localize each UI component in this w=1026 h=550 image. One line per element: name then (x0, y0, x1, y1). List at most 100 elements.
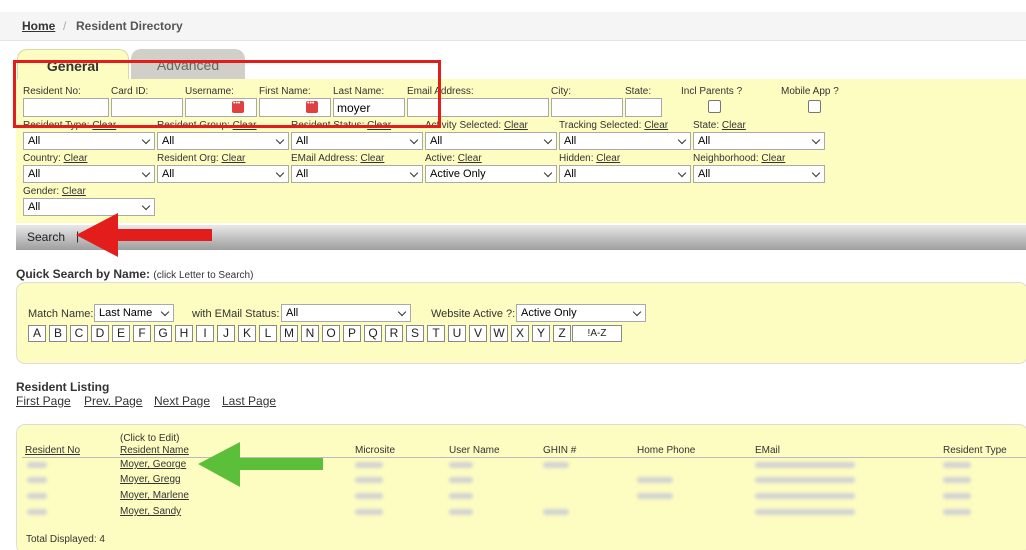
redacted-cell (943, 493, 971, 499)
clear-link[interactable]: Clear (596, 153, 620, 164)
redacted-cell (755, 509, 855, 515)
letter-button-s[interactable]: S (406, 325, 424, 342)
resident-name-link[interactable]: Moyer, Gregg (120, 474, 181, 485)
letter-button-j[interactable]: J (217, 325, 235, 342)
hidden-select[interactable]: All (559, 165, 691, 183)
letter-button-n[interactable]: N (301, 325, 319, 342)
chevron-down-icon (811, 135, 821, 145)
total-displayed: Total Displayed: 4 (26, 534, 105, 545)
letter-button-u[interactable]: U (448, 325, 466, 342)
letter-button-z[interactable]: Z (553, 325, 571, 342)
website-active-select[interactable]: Active Only (516, 304, 646, 322)
chevron-down-icon (677, 168, 687, 178)
redacted-cell (755, 493, 855, 499)
city-input[interactable] (551, 98, 623, 117)
first-page-link[interactable]: First Page (16, 394, 71, 408)
breadcrumb-current: Resident Directory (76, 19, 183, 33)
clear-link[interactable]: Clear (722, 120, 746, 131)
match-name-select[interactable]: Last Name (94, 304, 174, 322)
state-label: State: Clear (693, 120, 746, 131)
email-status-select[interactable]: All (291, 165, 423, 183)
tracking-selected-select[interactable]: All (559, 132, 691, 150)
clear-link[interactable]: Clear (458, 153, 482, 164)
state-text-input[interactable] (625, 98, 662, 117)
letter-button-all[interactable]: !A-Z (572, 325, 622, 342)
clear-link[interactable]: Clear (221, 153, 245, 164)
letter-button-r[interactable]: R (385, 325, 403, 342)
resident-name-link[interactable]: Moyer, George (120, 459, 186, 470)
letter-button-d[interactable]: D (91, 325, 109, 342)
resident-group-select[interactable]: All (157, 132, 289, 150)
prev-page-link[interactable]: Prev. Page (84, 394, 142, 408)
mobile-app-checkbox[interactable] (808, 100, 821, 113)
chevron-down-icon (632, 307, 642, 317)
redacted-cell (449, 493, 473, 499)
clear-link[interactable]: Clear (504, 120, 528, 131)
breadcrumb-home-link[interactable]: Home (22, 19, 55, 33)
letter-button-x[interactable]: X (511, 325, 529, 342)
letter-button-a[interactable]: A (28, 325, 46, 342)
col-email: EMail (755, 445, 781, 456)
col-resident-name[interactable]: Resident Name (120, 445, 189, 456)
email-status-filter-select[interactable]: All (281, 304, 411, 322)
state-select[interactable]: All (693, 132, 825, 150)
letter-button-g[interactable]: G (154, 325, 172, 342)
redacted-cell (27, 462, 47, 468)
breadcrumb: Home / Resident Directory (0, 12, 1026, 41)
clear-link[interactable]: Clear (761, 153, 785, 164)
state-text-label: State: (625, 86, 652, 97)
resident-type-select[interactable]: All (23, 132, 155, 150)
search-button[interactable]: Search (27, 230, 65, 244)
green-arrow-icon (198, 442, 323, 487)
resident-name-link[interactable]: Moyer, Sandy (120, 506, 181, 517)
city-label: City: (551, 86, 571, 97)
redacted-cell (27, 493, 47, 499)
letter-button-b[interactable]: B (49, 325, 67, 342)
activity-selected-select[interactable]: All (425, 132, 557, 150)
incl-parents-label: Incl Parents ? (681, 86, 743, 97)
last-page-link[interactable]: Last Page (222, 394, 276, 408)
email-status-filter-label: with EMail Status: (192, 308, 280, 320)
clear-link[interactable]: Clear (644, 120, 668, 131)
hidden-label: Hidden: Clear (559, 153, 621, 164)
redacted-cell (943, 462, 971, 468)
redacted-cell (637, 477, 673, 483)
next-page-link[interactable]: Next Page (154, 394, 210, 408)
letter-button-p[interactable]: P (343, 325, 361, 342)
letter-button-h[interactable]: H (175, 325, 193, 342)
letter-button-c[interactable]: C (70, 325, 88, 342)
neighborhood-select[interactable]: All (693, 165, 825, 183)
incl-parents-checkbox[interactable] (708, 100, 721, 113)
letter-button-i[interactable]: I (196, 325, 214, 342)
redacted-cell (355, 462, 383, 468)
clear-link[interactable]: Clear (360, 153, 384, 164)
redacted-cell (543, 462, 569, 468)
letter-button-o[interactable]: O (322, 325, 340, 342)
letter-button-l[interactable]: L (259, 325, 277, 342)
letter-button-w[interactable]: W (490, 325, 508, 342)
letter-button-f[interactable]: F (133, 325, 151, 342)
chevron-down-icon (543, 135, 553, 145)
letter-button-y[interactable]: Y (532, 325, 550, 342)
resident-status-select[interactable]: All (291, 132, 423, 150)
chevron-down-icon (543, 168, 553, 178)
redacted-cell (449, 477, 473, 483)
clear-link[interactable]: Clear (64, 153, 88, 164)
col-resident-no[interactable]: Resident No (25, 445, 80, 456)
tracking-selected-label: Tracking Selected: Clear (559, 120, 669, 131)
active-select[interactable]: Active Only (425, 165, 557, 183)
letter-button-k[interactable]: K (238, 325, 256, 342)
letter-button-m[interactable]: M (280, 325, 298, 342)
letter-button-q[interactable]: Q (364, 325, 382, 342)
col-user-name: User Name (449, 445, 500, 456)
country-select[interactable]: All (23, 165, 155, 183)
letter-button-t[interactable]: T (427, 325, 445, 342)
quick-search-panel (16, 282, 1026, 364)
letter-button-v[interactable]: V (469, 325, 487, 342)
clear-link[interactable]: Clear (62, 186, 86, 197)
col-resident-type: Resident Type (943, 445, 1007, 456)
letter-button-e[interactable]: E (112, 325, 130, 342)
col-home-phone: Home Phone (637, 445, 696, 456)
resident-name-link[interactable]: Moyer, Marlene (120, 490, 189, 501)
resident-org-select[interactable]: All (157, 165, 289, 183)
